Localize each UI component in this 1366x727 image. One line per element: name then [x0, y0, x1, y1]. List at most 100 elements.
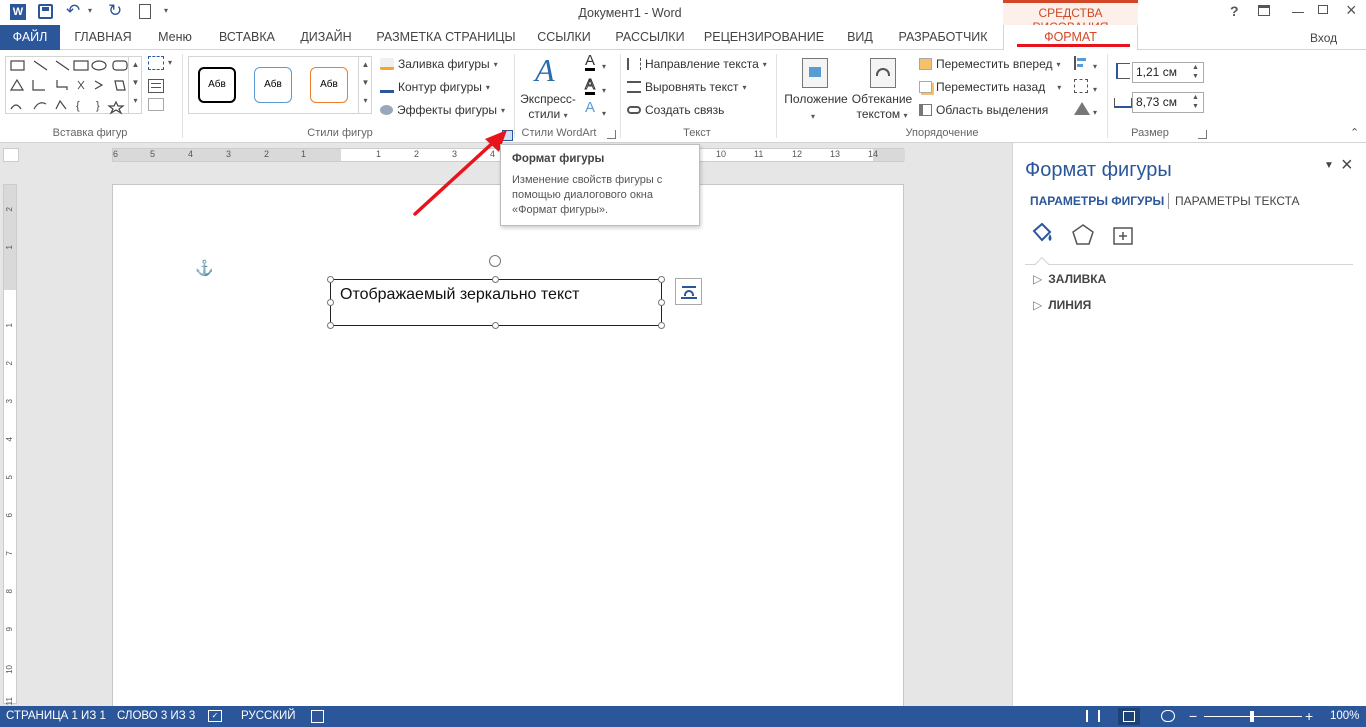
create-link-button[interactable]: Создать связь — [627, 103, 724, 117]
send-backward-button[interactable]: Переместить назад ▾ — [919, 80, 1061, 94]
tab-page-layout[interactable]: РАЗМЕТКА СТРАНИЦЫ — [372, 25, 520, 50]
group-objects-icon[interactable] — [1074, 79, 1088, 93]
shapes-gallery-icons[interactable]: { } — [6, 57, 143, 115]
status-language[interactable]: РУССКИЙ — [241, 706, 296, 727]
wordart-a-icon[interactable]: A — [535, 52, 555, 89]
tab-view[interactable]: ВИД — [840, 25, 880, 50]
edit-shape-icon[interactable] — [148, 56, 164, 70]
tab-developer[interactable]: РАЗРАБОТЧИК — [893, 25, 993, 50]
shapes-gallery-scroll[interactable]: ▲ ▼ ▾ — [128, 56, 142, 114]
print-layout-icon[interactable] — [1118, 708, 1140, 725]
zoom-out-button[interactable]: − — [1189, 706, 1197, 727]
express-styles-label[interactable]: Экспресс-стили ▾ — [518, 92, 578, 123]
resize-handle[interactable] — [658, 322, 665, 329]
section-fill-expander[interactable]: ▷ ЗАЛИВКА — [1033, 272, 1106, 286]
tab-menu[interactable]: Меню — [150, 25, 200, 50]
shapes-gallery[interactable]: { } — [5, 56, 143, 115]
section-line-expander[interactable]: ▷ ЛИНИЯ — [1033, 298, 1091, 312]
text-fill-dropdown[interactable]: ▾ — [602, 58, 606, 72]
save-icon[interactable] — [38, 4, 53, 19]
fill-line-category-icon[interactable] — [1030, 221, 1054, 245]
undo-icon[interactable]: ↶ — [66, 1, 80, 21]
text-effects-dropdown[interactable]: ▾ — [602, 105, 606, 119]
shape-style-blue[interactable]: Абв — [254, 67, 292, 103]
align-objects-icon[interactable] — [1074, 56, 1088, 70]
close-button[interactable]: × — [1346, 0, 1357, 21]
edit-shape-dropdown[interactable]: ▾ — [168, 58, 172, 67]
collapse-ribbon-icon[interactable]: ⌃ — [1350, 126, 1359, 139]
text-fill-icon[interactable]: A — [585, 53, 596, 71]
text-outline-dropdown[interactable]: ▾ — [602, 82, 606, 96]
status-page-count[interactable]: СТРАНИЦА 1 ИЗ 1 — [6, 706, 106, 727]
tab-design[interactable]: ДИЗАЙН — [295, 25, 357, 50]
shape-effects-button[interactable]: Эффекты фигуры ▾ — [380, 103, 505, 117]
restore-button[interactable] — [1318, 5, 1328, 14]
height-spinner[interactable]: ▲ ▼ — [1192, 63, 1199, 81]
anchor-icon[interactable]: ⚓ — [195, 259, 214, 277]
rotate-objects-dropdown[interactable]: ▾ — [1093, 104, 1097, 118]
document-page[interactable]: ⚓ Отображаемый зеркально текст — [112, 184, 904, 714]
width-spinner[interactable]: ▲ ▼ — [1192, 93, 1199, 111]
pane-close-icon[interactable]: × — [1341, 154, 1353, 177]
rotate-objects-icon[interactable] — [1074, 102, 1090, 115]
new-document-icon[interactable] — [139, 4, 151, 19]
zoom-slider-thumb[interactable] — [1250, 711, 1254, 722]
layout-options-icon[interactable] — [675, 278, 702, 305]
tab-text-options[interactable]: ПАРАМЕТРЫ ТЕКСТА — [1175, 194, 1300, 208]
minimize-button[interactable] — [1292, 12, 1304, 13]
size-properties-category-icon[interactable] — [1111, 223, 1135, 247]
resize-handle[interactable] — [492, 322, 499, 329]
shape-outline-button[interactable]: Контур фигуры ▾ — [380, 80, 490, 94]
wrap-text-icon[interactable] — [870, 58, 896, 88]
help-button[interactable]: ? — [1230, 3, 1239, 19]
draw-shape-icon[interactable] — [148, 98, 164, 111]
customize-qat-icon[interactable]: ▾ — [164, 6, 168, 15]
resize-handle[interactable] — [492, 276, 499, 283]
tab-format[interactable]: ФОРМАТ — [1003, 25, 1138, 51]
resize-handle[interactable] — [327, 276, 334, 283]
shape-styles-scroll[interactable]: ▲ ▼ ▾ — [358, 56, 372, 114]
undo-dropdown-icon[interactable]: ▾ — [88, 6, 92, 15]
tab-mailings[interactable]: РАССЫЛКИ — [610, 25, 690, 50]
resize-handle[interactable] — [327, 299, 334, 306]
proofing-icon[interactable]: ✓ — [208, 710, 222, 722]
resize-handle[interactable] — [658, 276, 665, 283]
tab-file[interactable]: ФАЙЛ — [0, 25, 60, 50]
text-direction-button[interactable]: Направление текста ▾ — [627, 57, 767, 71]
sign-in-link[interactable]: Вход — [1310, 31, 1337, 45]
group-objects-dropdown[interactable]: ▾ — [1093, 81, 1097, 95]
tab-review[interactable]: РЕЦЕНЗИРОВАНИЕ — [703, 25, 825, 50]
tab-shape-options[interactable]: ПАРАМЕТРЫ ФИГУРЫ — [1030, 194, 1164, 208]
resize-handle[interactable] — [327, 322, 334, 329]
text-effects-icon[interactable]: A — [585, 100, 595, 115]
size-launcher-icon[interactable] — [1198, 130, 1207, 139]
ribbon-display-options-icon[interactable] — [1258, 5, 1270, 16]
selection-pane-button[interactable]: Область выделения — [919, 103, 1048, 117]
read-mode-icon[interactable] — [1086, 710, 1100, 722]
vertical-ruler[interactable]: 2 1 1 2 3 4 5 6 7 8 9 10 11 — [3, 184, 17, 705]
shape-fill-button[interactable]: Заливка фигуры ▾ — [380, 57, 498, 71]
text-box-icon[interactable] — [148, 79, 164, 93]
wordart-launcher-icon[interactable] — [607, 130, 616, 139]
web-layout-icon[interactable] — [1161, 710, 1175, 722]
position-dropdown[interactable]: ▾ — [811, 108, 815, 122]
align-objects-dropdown[interactable]: ▾ — [1093, 58, 1097, 72]
wrap-text-label[interactable]: Обтекание текстом ▾ — [850, 92, 914, 123]
zoom-level[interactable]: 100% — [1330, 706, 1359, 727]
effects-category-icon[interactable] — [1071, 223, 1095, 247]
macro-record-icon[interactable] — [311, 710, 324, 723]
status-word-count[interactable]: СЛОВО 3 ИЗ 3 — [117, 706, 195, 727]
resize-handle[interactable] — [658, 299, 665, 306]
tab-home[interactable]: ГЛАВНАЯ — [68, 25, 138, 50]
bring-forward-button[interactable]: Переместить вперед ▾ — [919, 57, 1061, 71]
position-button-label[interactable]: Положение — [782, 92, 850, 106]
textbox-text[interactable]: Отображаемый зеркально текст — [340, 286, 579, 304]
position-icon[interactable] — [802, 58, 828, 88]
text-outline-icon[interactable]: A — [584, 77, 596, 95]
zoom-in-button[interactable]: + — [1305, 706, 1313, 727]
tab-insert[interactable]: ВСТАВКА — [212, 25, 282, 50]
shape-style-orange[interactable]: Абв — [310, 67, 348, 103]
align-text-button[interactable]: Выровнять текст ▾ — [627, 80, 747, 94]
pane-options-dropdown-icon[interactable]: ▼ — [1324, 160, 1334, 171]
word-logo-icon[interactable]: W — [10, 4, 26, 20]
